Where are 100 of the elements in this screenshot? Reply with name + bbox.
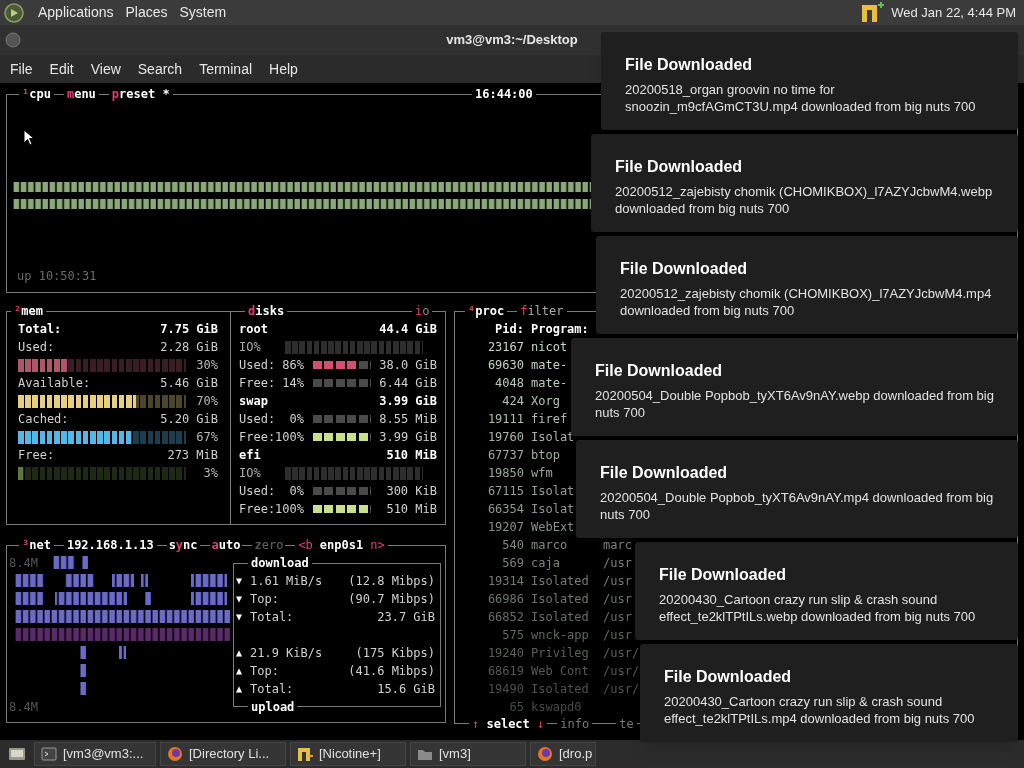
traffic-value: (12.8 Mibps) (348, 573, 435, 590)
window-button-icon (5, 32, 21, 48)
table-cell-text: 67115 (486, 483, 524, 500)
disk-value: 510 MiB (386, 501, 437, 518)
table-cell-text: kswapd0 (531, 699, 583, 716)
panel-menu[interactable]: Applications (32, 0, 120, 25)
table-cell-text: Isolat (531, 501, 576, 518)
disk-value: 3.99 GiB (379, 429, 437, 446)
menu-item[interactable]: Help (261, 56, 306, 82)
disk-value: 38.0 GiB (379, 357, 437, 374)
io-label: IO% (239, 465, 262, 482)
taskbar-button[interactable]: [vm3] (410, 742, 526, 766)
memory-value: 5.46 GiB (160, 375, 218, 392)
table-cell-text: wnck-app (531, 627, 590, 644)
window-title: vm3@vm3:~/Desktop (446, 31, 578, 50)
table-cell-text: 66986 (486, 591, 524, 608)
table-cell-text: Web Cont (531, 663, 590, 680)
arrow-icon: ▼ (236, 608, 250, 626)
table-cell-text: /usr (603, 555, 632, 572)
taskbar-button[interactable]: [Directory Li... (160, 742, 286, 766)
memory-percent: 70% (196, 393, 218, 410)
table-cell-text: /usr/ (603, 681, 640, 698)
table-cell-text: marc (603, 537, 632, 554)
arrow-icon: ▼ (236, 572, 250, 590)
memory-label: Free: (18, 447, 55, 464)
table-cell-text: 575 (501, 627, 524, 644)
disk-value: 8.55 MiB (379, 411, 437, 428)
notification-title: File Downloaded (625, 55, 754, 75)
menu-item[interactable]: View (82, 56, 129, 82)
table-cell-text: 4048 (494, 375, 524, 392)
arrow-icon: ▲ (236, 644, 250, 662)
disk-meter (312, 414, 371, 424)
disk-name: swap (239, 393, 268, 410)
notification-title: File Downloaded (615, 157, 744, 177)
table-cell-text: 69630 (486, 357, 524, 374)
table-cell-text: /usr (603, 591, 632, 608)
panel-menu[interactable]: System (173, 0, 233, 25)
notification-card[interactable]: File Downloaded 20200512_zajebisty chomik (CHOMIKBOX)_l7AZYJcbwM4.webp downloaded from big nuts 700 (591, 134, 1018, 232)
disk-meter (312, 486, 371, 496)
menu-item[interactable]: Edit (41, 56, 82, 82)
disk-label: Used: (239, 483, 275, 500)
disk-percent: 0% (288, 483, 304, 500)
disk-percent: 100% (275, 429, 304, 446)
traffic-label: 21.9 KiB/s (250, 645, 323, 662)
table-cell-text: 67737 (486, 447, 524, 464)
memory-label: Cached: (18, 411, 69, 428)
menu-item[interactable]: Terminal (191, 56, 261, 82)
notification-card[interactable]: File Downloaded 20200504_Double Popbob_tyXT6Av9nAY.mp4 downloaded from big nuts 700 (576, 440, 1018, 538)
taskbar-button[interactable]: [dro.p (530, 742, 596, 766)
notification-card[interactable]: File Downloaded 20200518_organ groovin no time for snoozin_m9cfAGmCT3U.mp4 downloaded from big nuts 700 (601, 32, 1018, 130)
table-cell-text: /usr/ (603, 645, 640, 662)
traffic-label: Top: (250, 591, 279, 608)
table-cell-text: 19314 (486, 573, 524, 590)
disk-label: Free: (239, 501, 275, 518)
graph-bar (52, 554, 75, 572)
disk-name: root (239, 321, 268, 338)
table-cell-text: /usr (603, 627, 632, 644)
scale-label: 8.4M (9, 555, 38, 572)
disk-label: Free: (239, 429, 275, 446)
disk-value: 300 KiB (386, 483, 437, 500)
menu-item[interactable]: Search (129, 56, 191, 82)
traffic-value: (175 Kibps) (355, 645, 435, 662)
column-header: Program: (531, 321, 589, 338)
graph-bar (191, 572, 227, 590)
memory-label: Total: (18, 321, 62, 338)
table-cell-text: /usr (603, 573, 632, 590)
table-cell-text: Isolated (531, 591, 590, 608)
disk-percent: 14% (281, 375, 304, 392)
disk-name: efi (239, 447, 261, 464)
traffic-value: 15.6 GiB (377, 681, 435, 698)
table-cell-text: 19760 (486, 429, 524, 446)
table-cell-text: marco (531, 537, 569, 554)
taskbar-button[interactable]: [vm3@vm3:... (34, 742, 156, 766)
globe-icon (167, 746, 183, 762)
traffic-label: Total: (250, 681, 294, 698)
panel-clock: Wed Jan 22, 4:44 PM (891, 3, 1016, 22)
disk-percent: 86% (281, 357, 304, 374)
column-header: Pid: (494, 321, 524, 338)
notification-card[interactable]: File Downloaded 20200512_zajebisty chomik (CHOMIKBOX)_l7AZYJcbwM4.mp4 downloaded from big nuts 700 (596, 236, 1018, 334)
panel-menu[interactable]: Places (119, 0, 174, 25)
traffic-label: Total: (250, 609, 294, 626)
table-cell-text: /usr (603, 609, 632, 626)
disk-label: Used: (239, 357, 275, 374)
table-cell-text: nicot (531, 339, 569, 356)
memory-label: Available: (18, 375, 91, 392)
disk-value: 6.44 GiB (379, 375, 437, 392)
disk-percent: 100% (275, 501, 304, 518)
memory-value: 2.28 GiB (160, 339, 218, 356)
memory-value: 5.20 GiB (160, 411, 218, 428)
table-cell-text: Isolated (531, 573, 590, 590)
table-cell-text: WebExt (531, 519, 576, 536)
upload-title: upload (248, 698, 298, 716)
menu-item[interactable]: File (2, 56, 41, 82)
taskbar-button[interactable]: [Nicotine+] (290, 742, 406, 766)
disk-percent: 0% (288, 411, 304, 428)
table-cell-text: 68619 (486, 663, 524, 680)
notification-card[interactable]: File Downloaded 20200430_Cartoon crazy run slip & crash sound effect_te2klTPtILs.webp downloaded from big nuts 700 (635, 542, 1018, 640)
notification-card[interactable]: File Downloaded 20200504_Double Popbob_tyXT6Av9nAY.webp downloaded from big nuts 700 (571, 338, 1018, 436)
notification-card[interactable]: File Downloaded 20200430_Cartoon crazy run slip & crash sound effect_te2klTPtILs.mp4 downloaded from big nuts 700 (640, 644, 1018, 742)
arrow-icon: ▲ (236, 662, 250, 680)
